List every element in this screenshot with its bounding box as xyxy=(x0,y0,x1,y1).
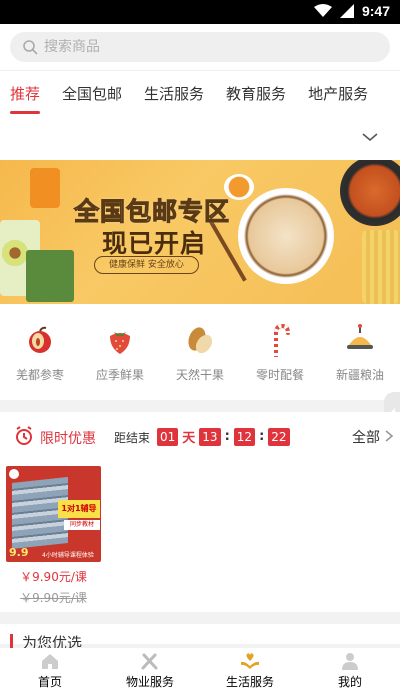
countdown-hours: 13 xyxy=(199,427,221,446)
product-badge-sub: 同步教材 xyxy=(64,520,100,530)
product-price: ￥9.90元/课 xyxy=(20,570,87,584)
nav-profile[interactable]: 我的 xyxy=(300,648,400,690)
category-grid: 羌都参枣 应季鲜果 天然干果 零时配餐 新疆粮油 xyxy=(0,304,400,400)
search-input[interactable] xyxy=(44,39,344,55)
signal-icon xyxy=(339,4,354,18)
juice-glass-image xyxy=(30,168,60,208)
status-time: 9:47 xyxy=(361,3,390,19)
nav-label: 物业服务 xyxy=(125,675,174,689)
category-label: 新疆粮油 xyxy=(335,368,384,382)
category-label: 应季鲜果 xyxy=(95,368,144,382)
category-tabs: 推荐 全国包邮 生活服务 教育服务 地产服务 xyxy=(0,70,400,160)
nav-label: 首页 xyxy=(37,675,62,689)
nav-label: 生活服务 xyxy=(225,675,274,689)
countdown-label: 距结束 xyxy=(114,431,151,445)
category-item[interactable]: 新疆粮油 xyxy=(320,304,400,400)
countdown-days: 01 xyxy=(157,427,179,446)
user-icon xyxy=(342,653,358,670)
product-badge: 1对1辅导 xyxy=(58,500,100,518)
tab-real-estate[interactable]: 地产服务 xyxy=(298,71,378,117)
wifi-icon xyxy=(313,4,332,17)
countdown-minutes: 12 xyxy=(233,427,256,446)
product-image[interactable]: 1对1辅导 同步教材 9.9 4小时辅导课程体验 xyxy=(6,466,101,562)
flash-sale-title: 限时优惠 xyxy=(40,431,96,447)
almond-icon xyxy=(188,327,213,354)
search-icon xyxy=(23,40,38,55)
tab-list: 推荐 全国包邮 生活服务 教育服务 地产服务 xyxy=(0,71,380,117)
brand-logo-icon xyxy=(9,469,19,479)
countdown-day-unit: 天 xyxy=(182,431,196,446)
tab-education[interactable]: 教育服务 xyxy=(216,71,296,117)
category-item[interactable]: 羌都参枣 xyxy=(0,304,80,400)
alarm-clock-icon xyxy=(16,426,32,445)
food-dish-icon xyxy=(347,324,373,349)
tools-icon xyxy=(141,653,158,670)
banner-title: 全国包邮专区 xyxy=(73,197,231,227)
countdown-separator: : xyxy=(224,429,230,444)
tab-recommend[interactable]: 推荐 xyxy=(0,71,50,117)
countdown-timer: 01 天 13 : 12 : 22 xyxy=(157,427,290,446)
category-label: 天然干果 xyxy=(175,368,224,382)
status-bar: 9:47 xyxy=(0,0,400,24)
noodle-bowl-image xyxy=(238,188,334,284)
product-card[interactable]: 1对1辅导 同步教材 9.9 4小时辅导课程体验 ￥9.90元/课 ￥9.90元… xyxy=(6,466,101,606)
nav-label: 我的 xyxy=(337,675,362,689)
recommend-section: 为您优选 xyxy=(0,624,400,652)
dry-noodles-image xyxy=(362,230,400,304)
candy-cane-icon xyxy=(274,323,290,357)
category-item[interactable]: 零时配餐 xyxy=(240,304,320,400)
countdown-seconds: 22 xyxy=(268,427,290,446)
nav-home[interactable]: 首页 xyxy=(0,648,100,690)
flash-sale-header: 限时优惠 距结束 01 天 13 : 12 : 22 全部 xyxy=(0,412,400,460)
home-icon xyxy=(42,654,58,669)
category-item[interactable]: 应季鲜果 xyxy=(80,304,160,400)
category-label: 羌都参枣 xyxy=(15,368,64,382)
search-bar xyxy=(0,24,400,70)
category-label: 零时配餐 xyxy=(255,368,304,382)
avocado-image xyxy=(2,240,28,266)
produce-box-image xyxy=(26,250,74,302)
chevron-down-icon[interactable] xyxy=(360,127,380,147)
status-icons: 9:47 xyxy=(313,3,390,19)
category-item[interactable]: 天然干果 xyxy=(160,304,240,400)
image-price: 9.9 xyxy=(9,546,29,559)
banner-subtitle: 现已开启 xyxy=(102,229,207,258)
view-all-link[interactable]: 全部 xyxy=(352,427,380,447)
pasta-bowl-image xyxy=(340,160,400,226)
nav-life-services[interactable]: 生活服务 xyxy=(200,648,300,690)
countdown-separator: : xyxy=(259,429,265,444)
promo-banner[interactable]: 全国包邮专区 现已开启 健康保鲜 安全放心 xyxy=(0,160,400,304)
product-original-price: ￥9.90元/课 xyxy=(20,591,87,605)
tab-life-services[interactable]: 生活服务 xyxy=(134,71,214,117)
image-caption: 4小时辅导课程体验 xyxy=(42,552,94,559)
nav-property-services[interactable]: 物业服务 xyxy=(100,648,200,690)
chevron-right-icon[interactable] xyxy=(384,429,394,443)
heart-hand-icon xyxy=(241,653,259,669)
flash-sale-section: 限时优惠 距结束 01 天 13 : 12 : 22 全部 1对1辅导 同步教材… xyxy=(0,412,400,612)
strawberry-icon xyxy=(110,332,130,354)
banner-tagline: 健康保鲜 安全放心 xyxy=(94,256,199,274)
search-box[interactable] xyxy=(10,32,390,62)
jujube-icon xyxy=(29,326,51,353)
tab-free-shipping[interactable]: 全国包邮 xyxy=(52,71,132,117)
bottom-nav: 首页 物业服务 生活服务 我的 xyxy=(0,648,400,690)
